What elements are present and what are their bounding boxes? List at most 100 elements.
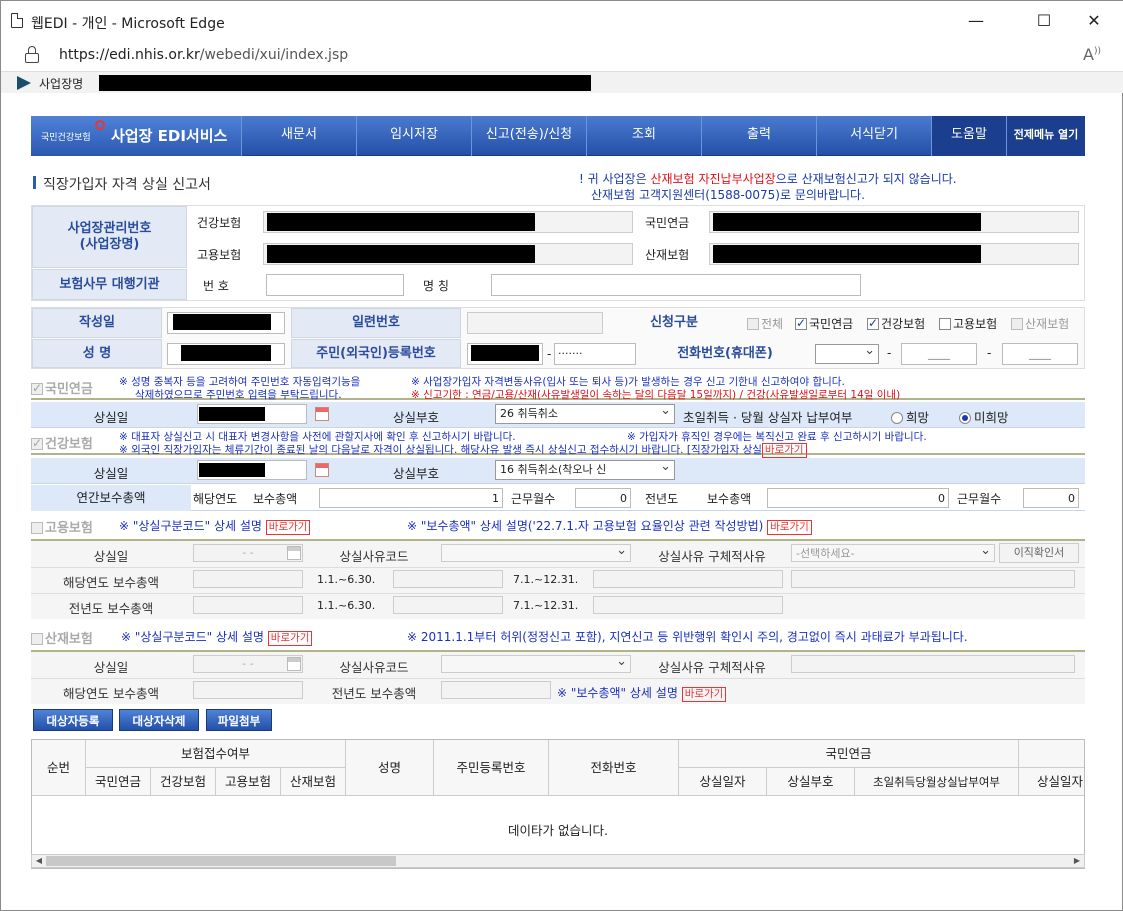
health-work-months-label: 근무월수 — [511, 492, 556, 506]
nav-all-menu[interactable]: 전제메뉴 열기 — [1006, 116, 1085, 156]
col-pension-loss-date-2[interactable]: 상실일자 — [1019, 768, 1084, 796]
pension-hope-radio[interactable]: 희망 — [891, 407, 929, 426]
phone-last-input[interactable]: ____ — [1002, 343, 1078, 365]
pension-label: 국민연금 — [645, 216, 690, 230]
accident-section-check[interactable]: 산재보험 — [31, 628, 93, 647]
col-received-pension[interactable]: 국민연금 — [86, 768, 151, 796]
col-received[interactable]: 보험접수여부 — [86, 740, 346, 768]
logo[interactable]: 국민건강보험 사업장 EDI서비스 — [31, 116, 241, 156]
logo-mark-icon — [95, 120, 105, 130]
attach-file-button[interactable]: 파일첨부 — [206, 709, 272, 731]
accident-reason-detail-input[interactable] — [791, 655, 1075, 673]
col-pension-pay[interactable]: 초일취득당월상실납부여부 — [855, 768, 1019, 796]
lock-icon[interactable] — [25, 46, 39, 63]
health-loss-code-select[interactable]: 16 취득취소(착오나 신 — [495, 460, 675, 480]
employ-cur-pay-input-4[interactable] — [791, 570, 1075, 588]
col-phone[interactable]: 전화번호 — [549, 740, 679, 796]
agency-label: 보험사무 대행기관 — [32, 269, 187, 300]
nav-print[interactable]: 출력 — [701, 116, 816, 156]
agency-number-input[interactable] — [266, 274, 404, 296]
nav-submit[interactable]: 신고(전송)/신청 — [471, 116, 586, 156]
close-button[interactable]: ✕ — [1079, 9, 1109, 33]
col-pension-ext — [1019, 740, 1084, 768]
col-name[interactable]: 성명 — [346, 740, 434, 796]
agency-name-label: 명 칭 — [423, 279, 449, 293]
minimize-button[interactable]: — — [961, 9, 991, 33]
accident-label: 산재보험 — [645, 248, 690, 262]
employ-prev-pay-input-2[interactable] — [393, 596, 503, 614]
employ-cur-pay-input-3[interactable] — [593, 570, 783, 588]
scroll-left-icon[interactable]: ◀ — [32, 855, 46, 867]
calendar-icon[interactable] — [315, 407, 329, 421]
accident-prev-pay-input[interactable] — [441, 681, 551, 699]
nav-close-form[interactable]: 서식닫기 — [816, 116, 931, 156]
accident-prev-pay-label: 전년도 보수총액 — [331, 686, 417, 701]
employ-reason-code-select[interactable] — [441, 544, 631, 562]
health-section-check[interactable]: 건강보험 — [31, 433, 93, 452]
apply-accident-check[interactable]: 산재보험 — [1011, 315, 1069, 332]
accident-pay-goto-link[interactable]: 바로가기 — [681, 687, 727, 702]
apply-all-check[interactable]: 전체 — [747, 315, 783, 332]
redacted-accident-number — [713, 245, 981, 263]
employ-cert-button[interactable]: 이직확인서 — [999, 543, 1079, 563]
accident-reason-code-select[interactable] — [441, 655, 631, 673]
employ-cur-pay-input-1[interactable] — [193, 570, 303, 588]
col-seq[interactable]: 순번 — [32, 740, 86, 796]
serial-input[interactable] — [467, 312, 603, 334]
rrn-back-input[interactable]: ······· — [554, 343, 636, 365]
col-rrn[interactable]: 주민등록번호 — [434, 740, 549, 796]
redacted-pension-loss-date — [199, 407, 265, 421]
url-text[interactable]: https://edi.nhis.or.kr/webedi/xui/index.… — [59, 47, 348, 63]
employ-prev-pay-input-1[interactable] — [193, 596, 303, 614]
health-goto-link[interactable]: 바로가기 — [761, 443, 807, 458]
health-prev-pay-total-input[interactable]: 0 — [767, 488, 949, 508]
nav-inquiry[interactable]: 조회 — [586, 116, 701, 156]
delete-target-button[interactable]: 대상자삭제 — [119, 709, 199, 731]
read-aloud-icon[interactable]: A)) — [1083, 45, 1101, 64]
apply-employ-check[interactable]: 고용보험 — [939, 315, 997, 332]
health-prev-work-months-label: 근무월수 — [957, 492, 1002, 506]
col-received-employ[interactable]: 고용보험 — [216, 768, 281, 796]
health-pay-total-input[interactable]: 1 — [319, 488, 503, 508]
col-received-accident[interactable]: 산재보험 — [281, 768, 346, 796]
health-work-months-input[interactable]: 0 — [575, 488, 631, 508]
register-target-button[interactable]: 대상자등록 — [33, 709, 113, 731]
pension-loss-code-select[interactable]: 26 취득취소 — [495, 404, 675, 424]
phone-middle-input[interactable]: ____ — [901, 343, 977, 365]
employ-prev-pay-input-3[interactable] — [593, 596, 783, 614]
nav-new-document[interactable]: 새문서 — [241, 116, 356, 156]
maximize-button[interactable]: ☐ — [1029, 9, 1059, 33]
apply-health-check[interactable]: 건강보험 — [867, 315, 925, 332]
table-horizontal-scrollbar[interactable]: ◀ ▶ — [31, 854, 1085, 868]
employ-goto-link-1[interactable]: 바로가기 — [265, 520, 311, 535]
pension-no-hope-radio[interactable]: 미희망 — [959, 407, 1009, 426]
agency-name-input[interactable] — [491, 274, 861, 296]
accident-notice: ! 귀 사업장은 산재보험 자진납부사업장으로 산재보험신고가 되지 않습니다. — [579, 172, 957, 186]
accident-goto-link[interactable]: 바로가기 — [267, 631, 313, 646]
accident-cur-pay-input[interactable] — [193, 681, 303, 699]
col-pension[interactable]: 국민연금 — [679, 740, 1019, 768]
address-bar[interactable]: https://edi.nhis.or.kr/webedi/xui/index.… — [1, 41, 1123, 71]
scroll-thumb[interactable] — [46, 856, 396, 866]
apply-pension-check[interactable]: 국민연금 — [795, 315, 853, 332]
apply-type-label: 신청구분 — [609, 308, 739, 338]
phone-prefix-select[interactable] — [815, 344, 879, 364]
pension-note-1b: 삭제하였으므로 주민번호 입력을 부탁드립니다. — [135, 389, 342, 401]
serial-label: 일련번호 — [291, 308, 461, 338]
employ-goto-link-2[interactable]: 바로가기 — [767, 520, 812, 535]
pension-pay-label: 초일취득 · 당월 상실자 납부여부 — [683, 410, 853, 425]
nav-temp-save[interactable]: 임시저장 — [356, 116, 471, 156]
calendar-icon[interactable] — [315, 463, 329, 477]
employ-reason-detail-select[interactable]: -선택하세요- — [791, 544, 995, 562]
employ-section-check[interactable]: 고용보험 — [31, 517, 93, 536]
nav-help[interactable]: 도움말 — [931, 116, 1006, 156]
col-received-health[interactable]: 건강보험 — [151, 768, 216, 796]
health-prev-work-months-input[interactable]: 0 — [1023, 488, 1079, 508]
col-pension-loss-code[interactable]: 상실부호 — [767, 768, 855, 796]
calendar-icon[interactable] — [287, 657, 301, 671]
pension-section-check[interactable]: 국민연금 — [31, 378, 93, 397]
employ-cur-pay-input-2[interactable] — [393, 570, 503, 588]
scroll-right-icon[interactable]: ▶ — [1070, 855, 1084, 867]
calendar-icon[interactable] — [287, 546, 301, 560]
col-pension-loss-date[interactable]: 상실일자 — [679, 768, 767, 796]
